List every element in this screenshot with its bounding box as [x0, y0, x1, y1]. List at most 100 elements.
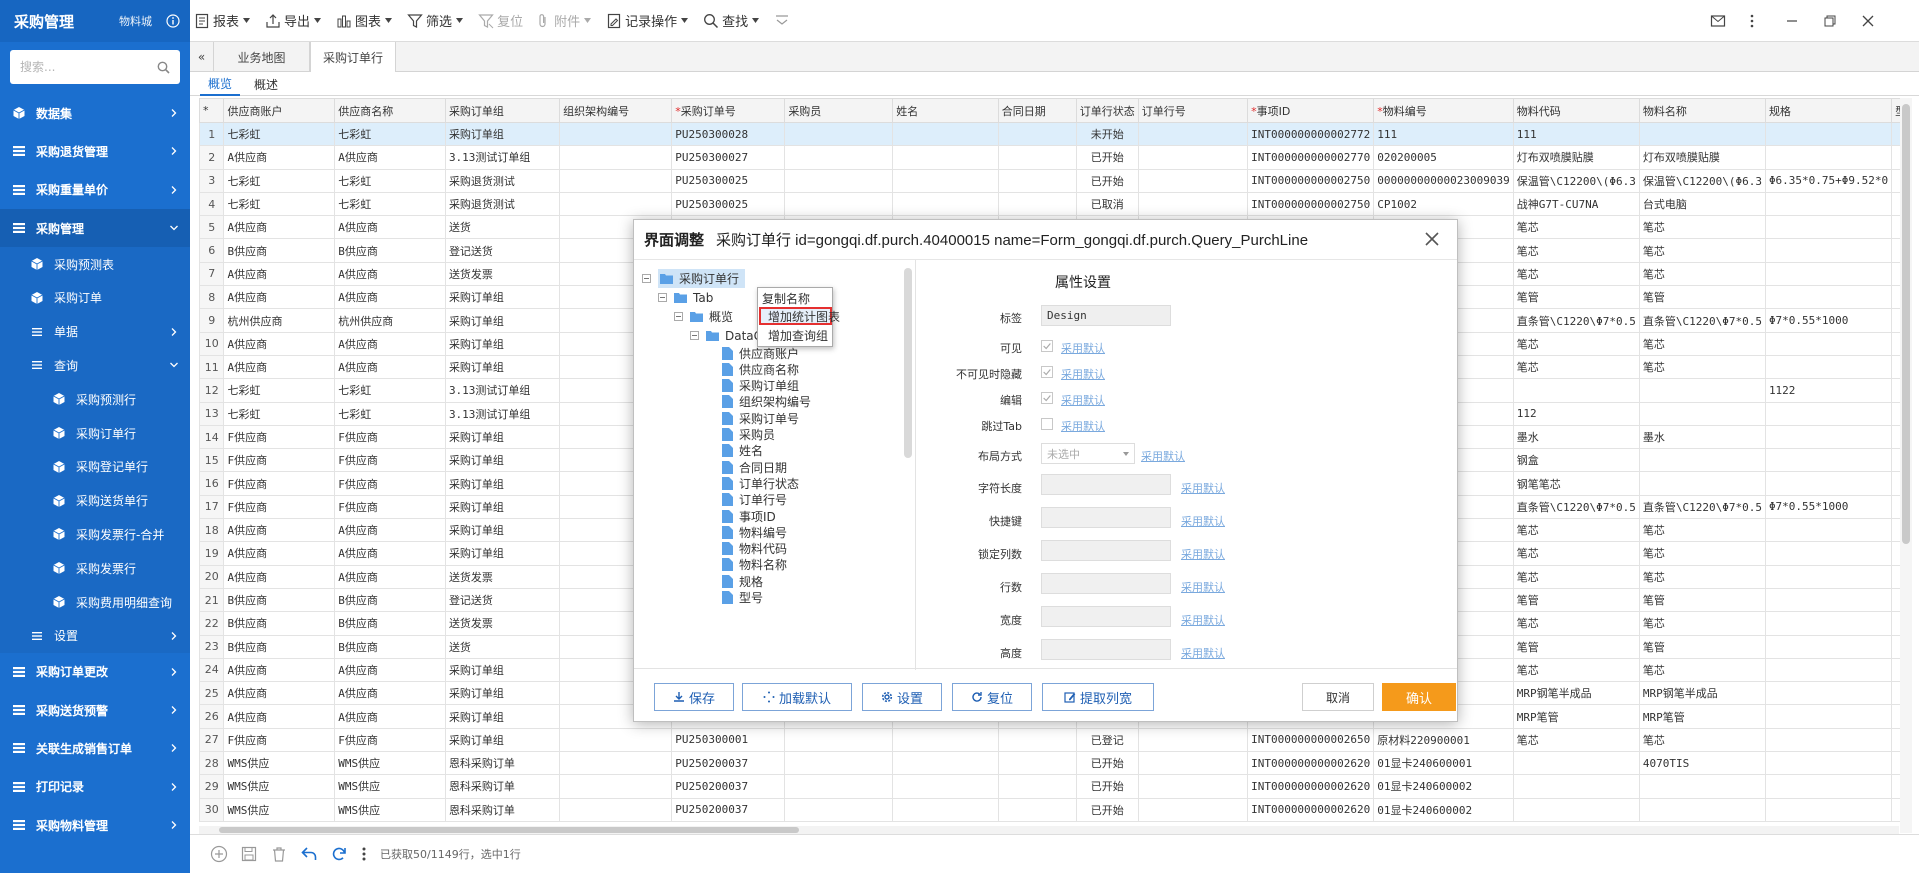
use-default-link[interactable]: 采用默认	[1141, 448, 1185, 464]
field-icon	[722, 346, 739, 360]
tree-leaf[interactable]: 物料代码	[722, 541, 787, 557]
field-icon	[722, 591, 739, 604]
tree-leaf-label: 供应商账户	[739, 346, 800, 361]
folder-icon	[706, 331, 719, 341]
folder-icon	[660, 274, 673, 284]
tree-toggle[interactable]	[674, 312, 683, 321]
field-icon	[722, 574, 739, 588]
prop-skiptab-label: 跳过Tab	[981, 420, 1022, 433]
save-button[interactable]: 保存	[654, 683, 734, 711]
tree-leaf[interactable]: 订单行号	[722, 492, 787, 508]
reset-button[interactable]: 复位	[952, 683, 1032, 711]
field-icon	[722, 558, 739, 572]
tree-leaf-label: 型号	[739, 591, 764, 605]
hide-checkbox[interactable]	[1041, 366, 1053, 378]
field-icon	[722, 395, 739, 409]
tree-leaf[interactable]: 事项ID	[722, 508, 776, 524]
tree-scrollbar[interactable]	[904, 268, 912, 458]
width-field[interactable]	[1041, 606, 1171, 627]
tree-leaf[interactable]: 订单行状态	[722, 475, 799, 491]
property-panel: 属性设置 标签 Design 可见 采用默认 不可见时隐藏 采用默认 编辑 采用…	[917, 260, 1457, 670]
edit-icon	[1064, 692, 1076, 703]
check-icon	[1043, 369, 1051, 376]
tree-node-tab[interactable]: Tab	[674, 288, 713, 307]
prop-hide-label: 不可见时隐藏	[956, 368, 1022, 381]
tree-leaf-label: 规格	[739, 574, 764, 589]
label-field[interactable]: Design	[1041, 305, 1171, 326]
download-icon	[673, 692, 684, 702]
use-default-link[interactable]: 采用默认	[1181, 546, 1225, 562]
menu-item-add-query[interactable]: 增加查询组	[768, 327, 828, 343]
use-default-link[interactable]: 采用默认	[1181, 645, 1225, 661]
dialog-title: 界面调整	[644, 232, 705, 249]
prop-rows-label: 行数	[1000, 581, 1022, 594]
tree-leaf[interactable]: 姓名	[722, 443, 763, 459]
reset-label: 复位	[986, 691, 1013, 707]
edit-checkbox[interactable]	[1041, 392, 1053, 404]
tree-toggle[interactable]	[658, 293, 667, 302]
tree-leaf-label: 组织架构编号	[739, 395, 812, 410]
lockcols-field[interactable]	[1041, 540, 1171, 561]
tree-leaf[interactable]: 采购订单组	[722, 378, 799, 394]
layout-select[interactable]: 未选中	[1041, 443, 1135, 464]
tree-leaf-label: 供应商名称	[739, 362, 800, 377]
tree-toggle[interactable]	[642, 274, 651, 283]
use-default-link[interactable]: 采用默认	[1181, 480, 1225, 496]
prop-hotkey-label: 快捷键	[989, 515, 1022, 528]
use-default-link[interactable]: 采用默认	[1061, 392, 1105, 408]
tree-leaf[interactable]: 型号	[722, 590, 763, 606]
prop-visible-label: 可见	[1000, 342, 1022, 355]
use-default-link[interactable]: 采用默认	[1061, 366, 1105, 382]
rows-field[interactable]	[1041, 573, 1171, 594]
charlen-field[interactable]	[1041, 474, 1171, 495]
tree-toggle[interactable]	[690, 331, 699, 340]
menu-item-add-chart[interactable]: 增加统计图表	[759, 307, 840, 325]
field-icon	[722, 411, 739, 425]
field-icon	[722, 428, 739, 441]
tree-node-overview[interactable]: 概览	[690, 307, 733, 326]
tree-leaf[interactable]: 组织架构编号	[722, 394, 811, 410]
fetch-width-button[interactable]: 提取列宽	[1042, 683, 1154, 711]
dialog-footer: 保存 加载默认 设置 复位 提取列宽 取消 确认	[634, 668, 1457, 721]
tree-leaf[interactable]: 采购员	[722, 427, 775, 443]
layout-select-value: 未选中	[1047, 447, 1080, 461]
tree-leaf[interactable]: 合同日期	[722, 459, 787, 475]
use-default-link[interactable]: 采用默认	[1061, 418, 1105, 434]
tree-leaf[interactable]: 物料名称	[722, 557, 787, 573]
use-default-link[interactable]: 采用默认	[1181, 612, 1225, 628]
tree-leaf[interactable]: 供应商名称	[722, 361, 799, 377]
tree-leaf[interactable]: 规格	[722, 573, 763, 589]
tree-leaf[interactable]: 采购订单号	[722, 410, 799, 426]
field-icon	[722, 493, 739, 507]
skiptab-checkbox[interactable]	[1041, 418, 1053, 430]
use-default-link[interactable]: 采用默认	[1181, 579, 1225, 595]
menu-item-copy-name[interactable]: 复制名称	[762, 289, 810, 307]
tree-leaf[interactable]: 供应商账户	[722, 345, 799, 361]
tree-leaf[interactable]: 物料编号	[722, 524, 787, 540]
visible-checkbox[interactable]	[1041, 340, 1053, 352]
field-icon	[722, 444, 739, 458]
tree-node-root[interactable]: 采购订单行	[658, 269, 746, 288]
settings-button[interactable]: 设置	[862, 683, 942, 711]
field-icon	[722, 460, 739, 474]
load-default-label: 加载默认	[778, 691, 831, 707]
confirm-button[interactable]: 确认	[1382, 683, 1456, 711]
load-default-button[interactable]: 加载默认	[742, 683, 852, 711]
close-icon[interactable]	[1423, 230, 1441, 248]
use-default-link[interactable]: 采用默认	[1061, 340, 1105, 356]
height-field[interactable]	[1041, 639, 1171, 660]
folder-icon	[674, 293, 687, 303]
tree-node-label: Tab	[693, 290, 714, 305]
tree-leaf-label: 物料编号	[739, 525, 788, 540]
tree-leaf-label: 事项ID	[739, 509, 776, 524]
tree-node-label: 概览	[709, 310, 734, 324]
field-icon	[722, 509, 739, 523]
settings-label: 设置	[896, 691, 923, 707]
dialog-layer: 界面调整 采购订单行 id=gongqi.df.purch.40400015 n…	[0, 0, 1919, 873]
hotkey-field[interactable]	[1041, 507, 1171, 528]
spinner-icon	[763, 691, 775, 703]
prop-lockcols-label: 锁定列数	[978, 548, 1022, 561]
cancel-button[interactable]: 取消	[1302, 683, 1374, 711]
use-default-link[interactable]: 采用默认	[1181, 513, 1225, 529]
prop-charlen-label: 字符长度	[978, 482, 1022, 495]
